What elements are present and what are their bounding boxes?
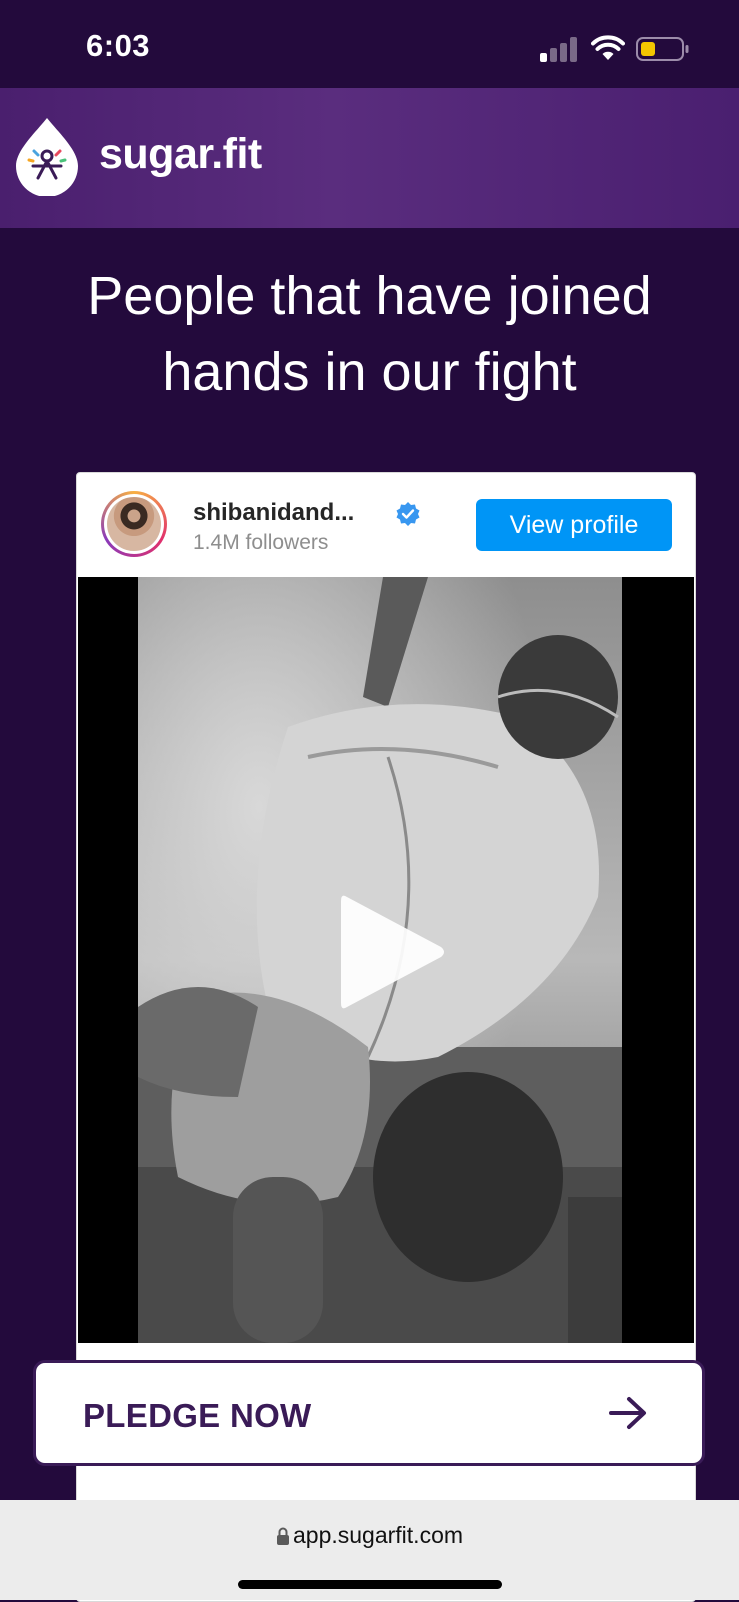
view-profile-button[interactable]: View profile bbox=[476, 499, 672, 551]
battery-icon bbox=[636, 37, 689, 61]
sugarfit-logo-icon[interactable] bbox=[14, 116, 80, 196]
arrow-right-icon bbox=[609, 1397, 646, 1429]
heading-line-1: People that have joined bbox=[87, 266, 652, 326]
app-header: sugar.fit bbox=[0, 88, 739, 228]
play-icon[interactable] bbox=[333, 887, 453, 1017]
status-time: 6:03 bbox=[86, 28, 151, 63]
avatar[interactable] bbox=[101, 491, 167, 557]
address-bar[interactable]: app.sugarfit.com bbox=[0, 1522, 739, 1549]
signal-icon bbox=[540, 36, 578, 62]
wifi-icon bbox=[591, 35, 625, 60]
brand-name: sugar.fit bbox=[99, 130, 262, 178]
page-heading: People that have joined hands in our fig… bbox=[20, 258, 719, 410]
video-player[interactable] bbox=[78, 577, 694, 1343]
heading-line-2: hands in our fight bbox=[162, 342, 577, 402]
status-bar: 6:03 bbox=[0, 0, 739, 88]
pledge-now-button[interactable]: PLEDGE NOW bbox=[33, 1360, 705, 1466]
home-indicator[interactable] bbox=[238, 1580, 502, 1589]
followers-count: 1.4M followers bbox=[193, 531, 329, 554]
browser-url-bar: app.sugarfit.com bbox=[0, 1500, 739, 1600]
profile-username[interactable]: shibanidand... bbox=[193, 499, 354, 527]
url-text: app.sugarfit.com bbox=[292, 1522, 464, 1548]
verified-badge-icon bbox=[396, 502, 420, 526]
pledge-now-label: PLEDGE NOW bbox=[83, 1397, 312, 1434]
lock-icon bbox=[276, 1527, 289, 1545]
